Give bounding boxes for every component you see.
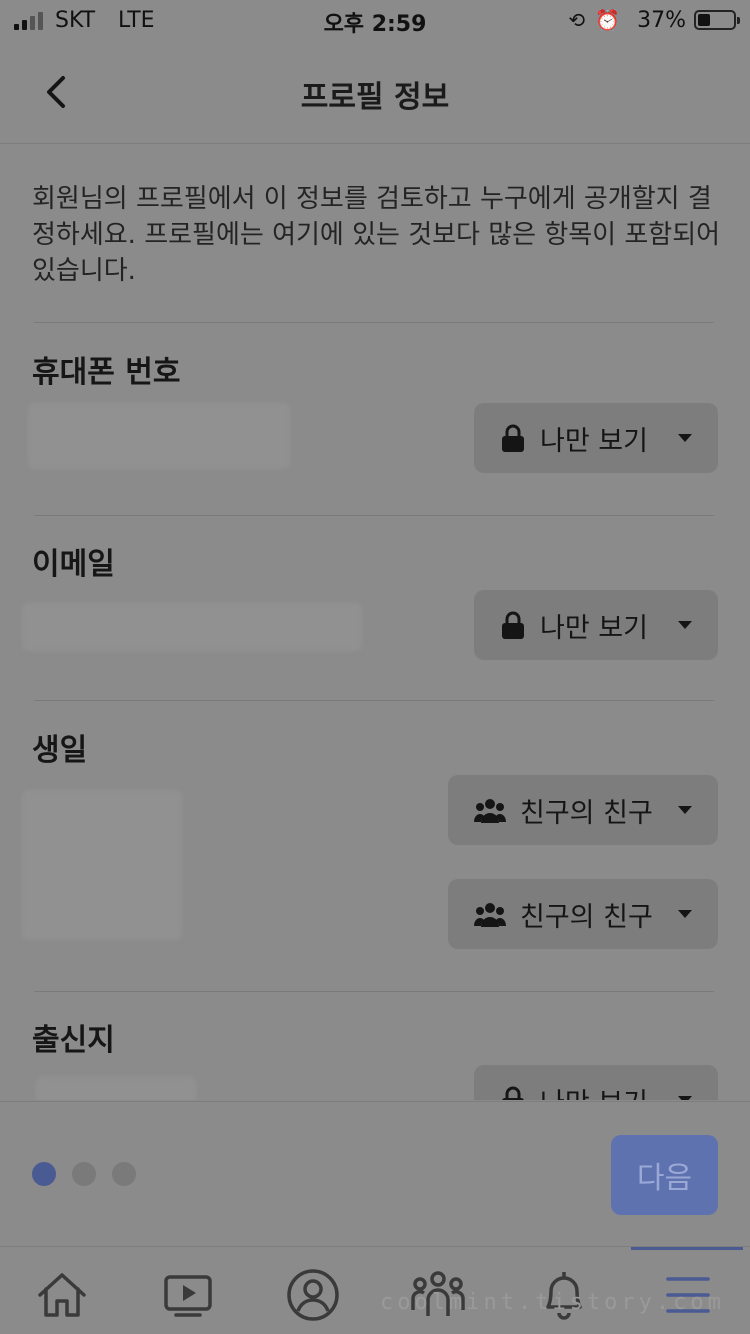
footer: 다음 — [0, 1101, 750, 1246]
blurred-hometown-value — [36, 1077, 196, 1100]
privacy-button-phone[interactable]: 나만 보기 — [474, 403, 718, 473]
privacy-label: 친구의 친구 — [520, 901, 653, 933]
section-title-hometown: 출신지 — [32, 1023, 115, 1058]
divider — [34, 515, 714, 516]
navigation-bar: 프로필 정보 — [0, 42, 750, 144]
privacy-label: 친구의 친구 — [520, 797, 653, 829]
alarm-icon: ⏰ — [595, 8, 620, 32]
battery-percent: 37% — [637, 8, 686, 33]
section-title-phone: 휴대폰 번호 — [32, 355, 181, 390]
chevron-down-icon — [678, 910, 692, 918]
privacy-label: 나만 보기 — [540, 612, 648, 644]
watermark: coolmint.tistory.com — [380, 1290, 725, 1315]
status-icons: ⟲ ⏰ — [568, 8, 620, 32]
lock-icon — [502, 424, 524, 452]
active-tab-indicator — [631, 1247, 743, 1250]
chevron-down-icon — [678, 434, 692, 442]
status-bar: SKT LTE 오후 2:59 ⟲ ⏰ 37% — [0, 0, 750, 42]
intro-text: 회원님의 프로필에서 이 정보를 검토하고 누구에게 공개할지 결정하세요. 프… — [32, 184, 721, 286]
privacy-button-email[interactable]: 나만 보기 — [474, 590, 718, 660]
page-indicator — [32, 1162, 136, 1186]
tab-video[interactable] — [158, 1265, 218, 1325]
tab-home[interactable] — [32, 1265, 92, 1325]
divider — [34, 991, 714, 992]
tab-profile[interactable] — [283, 1265, 343, 1325]
next-button[interactable]: 다음 — [611, 1135, 718, 1215]
section-title-birthday: 생일 — [32, 733, 88, 768]
privacy-button-hometown[interactable]: 나만 보기 — [474, 1065, 718, 1100]
chevron-down-icon — [678, 1096, 692, 1100]
people-icon — [474, 799, 506, 823]
page-dot — [72, 1162, 96, 1186]
home-icon — [38, 1273, 86, 1317]
page-title: 프로필 정보 — [300, 80, 450, 115]
privacy-label: 나만 보기 — [540, 425, 648, 457]
blurred-birthday-value — [22, 790, 182, 940]
privacy-label: 나만 보기 — [540, 1081, 664, 1101]
people-icon — [474, 903, 506, 927]
battery-icon — [694, 10, 740, 30]
divider — [34, 700, 714, 701]
rotation-lock-icon: ⟲ — [568, 8, 586, 32]
privacy-button-birthday-year[interactable]: 친구의 친구 — [448, 879, 718, 949]
blurred-phone-value — [28, 403, 290, 469]
chevron-down-icon — [678, 806, 692, 814]
lock-icon — [502, 611, 524, 639]
privacy-button-birthday-date[interactable]: 친구의 친구 — [448, 775, 718, 845]
page-dot — [112, 1162, 136, 1186]
page-dot-active — [32, 1162, 56, 1186]
video-icon — [164, 1275, 212, 1317]
divider — [34, 322, 714, 323]
profile-icon — [287, 1269, 339, 1321]
lock-icon — [502, 1086, 524, 1100]
profile-info-content[interactable]: 회원님의 프로필에서 이 정보를 검토하고 누구에게 공개할지 결정하세요. 프… — [0, 145, 750, 1100]
blurred-email-value — [22, 603, 362, 651]
section-title-email: 이메일 — [32, 547, 115, 582]
chevron-down-icon — [678, 621, 692, 629]
